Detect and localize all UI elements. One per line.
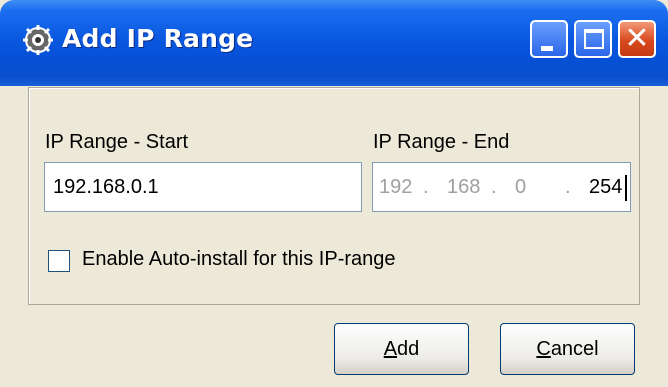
auto-install-checkbox[interactable] [48,250,70,272]
add-accel-key: A [383,338,398,360]
ip-start-input[interactable]: 192.168.0.1 [44,162,362,212]
title-bar[interactable]: Add IP Range ✕ [0,0,668,86]
auto-install-label[interactable]: Enable Auto-install for this IP-range [82,248,396,271]
window-title: Add IP Range [62,24,254,53]
text-caret [625,175,627,201]
close-button[interactable]: ✕ [618,20,656,58]
cancel-button[interactable]: Cancel [500,323,635,375]
ip-octet-4: 254 [589,176,623,198]
ip-dot: . [491,176,497,198]
start-label: IP Range - Start [45,131,189,153]
minimize-icon [541,46,553,51]
add-label-rest: dd [397,338,420,360]
maximize-button[interactable] [574,20,612,58]
end-label: IP Range - End [373,131,510,153]
ip-end-input[interactable]: 192 . 168 . 0 . 254 [372,162,631,212]
add-button[interactable]: Add [334,323,469,375]
minimize-button[interactable] [530,20,568,58]
gear-app-icon [23,25,53,55]
ip-octet-1: 192 [379,176,413,198]
ip-octet-2: 168 [447,176,481,198]
ip-dot: . [565,176,571,198]
cancel-label-rest: ancel [550,338,599,360]
cancel-accel-key: C [536,338,551,360]
maximize-icon [584,29,604,49]
ip-dot: . [423,176,429,198]
ip-octet-3: 0 [515,176,527,198]
close-icon: ✕ [624,21,650,56]
